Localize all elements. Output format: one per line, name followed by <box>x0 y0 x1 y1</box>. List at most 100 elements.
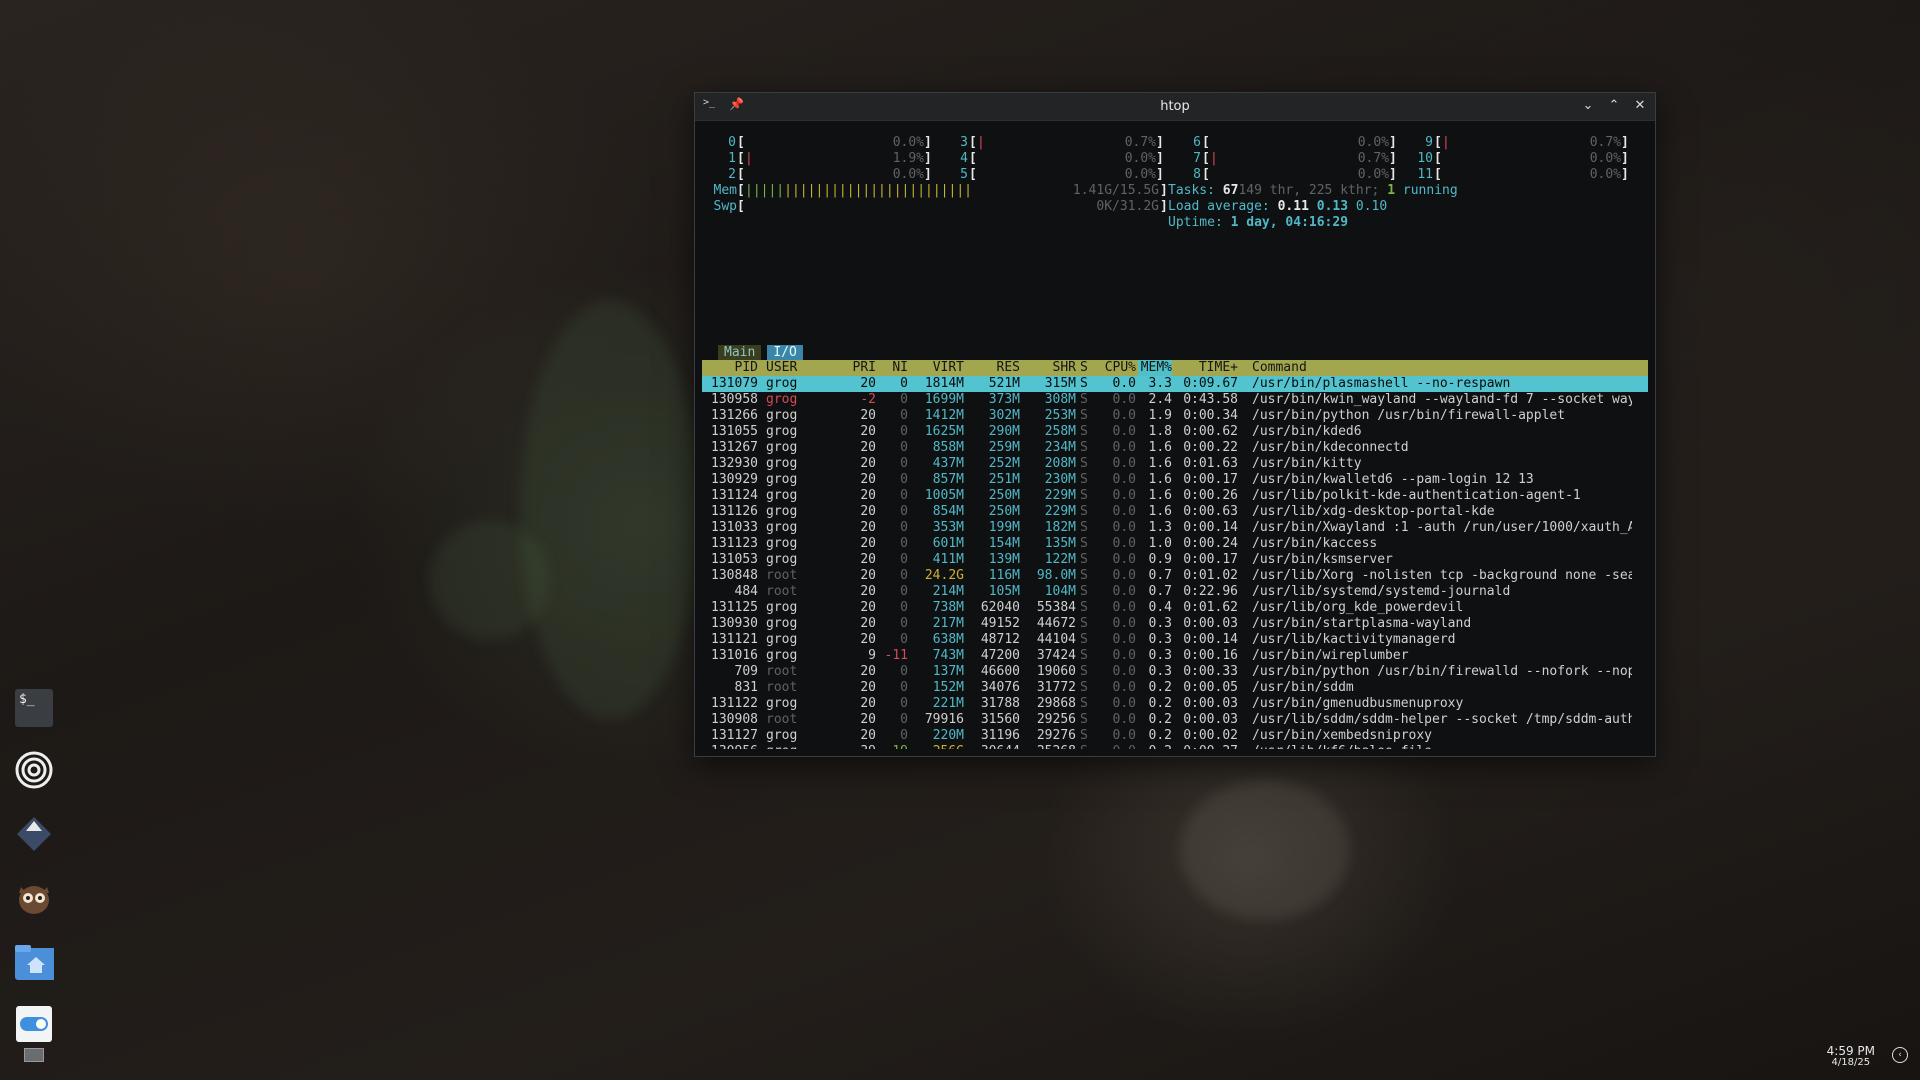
process-row[interactable]: 131122 grog 20 0 221M 31788 29868 S 0.0 0.2 0:00.0… <box>702 696 1648 712</box>
terminal-area[interactable]: 0[0.0%] 1[| 1.9%] 2[0.0%] 3[| 0.7%] 4[0.0%] 5[0… <box>702 123 1648 749</box>
tab-main[interactable]: Main <box>718 345 762 360</box>
target-launcher[interactable] <box>14 750 54 790</box>
terminal-launcher[interactable]: $_ <box>14 688 54 728</box>
process-row[interactable]: 131125 grog 20 0 738M 62040 55384 S 0.0 0.4 0:01.6… <box>702 600 1648 616</box>
cell-virt: 411M <box>932 552 964 567</box>
owl-app-launcher[interactable] <box>14 878 54 918</box>
cell-cpu: 0.0 <box>1112 680 1136 695</box>
cpu-value: 0.0% <box>1357 167 1389 182</box>
cell-cmd: /usr/bin/sddm <box>1252 680 1354 695</box>
process-row[interactable]: 130908 root 20 0 79916 31560 29256 S 0.0 0.2 0:00.… <box>702 712 1648 728</box>
column-header-shr[interactable]: SHR <box>1020 360 1076 376</box>
desktop-show-button[interactable] <box>14 1044 54 1066</box>
process-row[interactable]: 131126 grog 20 0 854M 250M 229M S 0.0 1.6 0:00.63/… <box>702 504 1648 520</box>
cell-user: grog <box>766 408 798 423</box>
owl-icon <box>19 886 49 914</box>
process-row[interactable]: 130958 grog -2 0 1699M 373M 308M S 0.0 2.4 0:43.58… <box>702 392 1648 408</box>
cell-cmd: /usr/bin/kdeconnectd <box>1252 440 1409 455</box>
meter-bracket-close: ] <box>1156 167 1164 182</box>
cpu-bar: | <box>977 135 985 150</box>
meter-bracket-close: ] <box>1389 167 1397 182</box>
column-header-user[interactable]: USER <box>766 360 826 376</box>
cell-user: grog <box>766 376 798 391</box>
cell-shr: 208M <box>1044 456 1076 471</box>
process-row[interactable]: 130929 grog 20 0 857M 251M 230M S 0.0 1.6 0:00.17/… <box>702 472 1648 488</box>
maximize-button[interactable]: ⌃ <box>1605 96 1623 114</box>
arrow-app-launcher[interactable] <box>14 814 54 854</box>
column-header-ni[interactable]: NI <box>874 360 908 376</box>
cell-mem: 0.2 <box>1148 696 1172 711</box>
toggle-app-launcher[interactable] <box>14 1004 54 1044</box>
process-row[interactable]: 131123 grog 20 0 601M 154M 135M S 0.0 1.0 0:00.24/… <box>702 536 1648 552</box>
column-header-pri[interactable]: PRI <box>822 360 876 376</box>
column-header-pid[interactable]: PID <box>702 360 758 376</box>
process-row[interactable]: 131121 grog 20 0 638M 48712 44104 S 0.0 0.3 0:00.1… <box>702 632 1648 648</box>
clock-history-icon[interactable]: ‹ <box>1892 1047 1908 1063</box>
cell-cmd: /usr/lib/kf6/baloo_file <box>1252 744 1632 749</box>
process-row[interactable]: 131053 grog 20 0 411M 139M 122M S 0.0 0.9 0:00.17/… <box>702 552 1648 568</box>
column-header-time[interactable]: TIME+ <box>1176 360 1238 376</box>
cell-pid: 131016 <box>711 648 758 663</box>
cpu-id: 3 <box>960 135 968 150</box>
cell-mem: 0.2 <box>1148 680 1172 695</box>
home-folder-launcher[interactable] <box>14 942 54 982</box>
cell-shr: 258M <box>1044 424 1076 439</box>
process-row[interactable]: 131267 grog 20 0 858M 259M 234M S 0.0 1.6 0:00.22/… <box>702 440 1648 456</box>
cell-time: 0:00.03 <box>1183 712 1238 727</box>
cell-time: 0:00.22 <box>1183 440 1238 455</box>
column-header-mem[interactable]: MEM% <box>1138 360 1172 376</box>
cell-mem: 0.2 <box>1148 728 1172 743</box>
cell-pid: 130908 <box>711 712 758 727</box>
process-row[interactable]: 484 root 20 0 214M 105M 104M S 0.0 0.7 0:22.96/usr… <box>702 584 1648 600</box>
cell-cmd: /usr/bin/gmenudbusmenuproxy <box>1252 696 1464 711</box>
cell-shr: 25268 <box>1020 744 1076 749</box>
cell-pid: 131033 <box>711 520 758 535</box>
cell-pid: 131124 <box>711 488 758 503</box>
column-header-virt[interactable]: VIRT <box>908 360 964 376</box>
cell-res: 302M <box>988 408 1020 423</box>
cell-cpu: 0.0 <box>1112 632 1136 647</box>
cell-res: 30644 <box>964 744 1020 749</box>
close-button[interactable]: ✕ <box>1631 96 1649 114</box>
process-row[interactable]: 131266 grog 20 0 1412M 302M 253M S 0.0 1.9 0:00.34… <box>702 408 1648 424</box>
cell-pri: 20 <box>860 616 876 631</box>
cell-user: grog <box>766 600 798 615</box>
cell-cmd: /usr/bin/ksmserver <box>1252 552 1393 567</box>
pin-icon[interactable]: 📌 <box>729 97 744 111</box>
process-row[interactable]: 709 root 20 0 137M 46600 19060 S 0.0 0.3 0:00.33/u… <box>702 664 1648 680</box>
meter-bracket-open: [ <box>737 151 745 166</box>
process-row[interactable]: 132930 grog 20 0 437M 252M 208M S 0.0 1.6 0:01.63/… <box>702 456 1648 472</box>
process-row[interactable]: 131079 grog 20 0 1814M 521M 315M S 0.0 3.3 0:09.67… <box>702 376 1648 392</box>
clock[interactable]: 4:59 PM 4/18/25 <box>1827 1045 1875 1069</box>
process-row[interactable]: 131033 grog 20 0 353M 199M 182M S 0.0 1.3 0:00.14/… <box>702 520 1648 536</box>
tab-io[interactable]: I/O <box>767 345 803 360</box>
load-15: 0.10 <box>1355 199 1388 214</box>
column-header-cpu[interactable]: CPU% <box>1090 360 1136 376</box>
process-row[interactable]: 831 root 20 0 152M 34076 31772 S 0.0 0.2 0:00.05/u… <box>702 680 1648 696</box>
process-row[interactable]: 131055 grog 20 0 1625M 290M 258M S 0.0 1.8 0:00.62… <box>702 424 1648 440</box>
cell-virt: 1412M <box>924 408 964 423</box>
meter-bracket-open: [ <box>737 167 745 182</box>
column-header-res[interactable]: RES <box>964 360 1020 376</box>
process-row[interactable]: 130848 root 20 0 24.2G 116M 98.0M S 0.0 0.7 0:01.0… <box>702 568 1648 584</box>
cell-shr: 31772 <box>1036 680 1076 695</box>
process-row[interactable]: 130956grog3919256G3064425268S0.00.20:00.… <box>702 744 1648 749</box>
titlebar[interactable]: >_ 📌 htop ⌄ ⌃ ✕ <box>695 93 1655 121</box>
column-header-command[interactable]: Command <box>1252 360 1632 376</box>
cell-virt: 152M <box>932 680 964 695</box>
cell-cmd: /usr/lib/xdg-desktop-portal-kde <box>1252 504 1495 519</box>
cell-pri: 20 <box>860 440 876 455</box>
minimize-button[interactable]: ⌄ <box>1579 96 1597 114</box>
cell-virt: 858M <box>932 440 964 455</box>
process-row[interactable]: 131124 grog 20 0 1005M 250M 229M S 0.0 1.6 0:00.26… <box>702 488 1648 504</box>
cell-ni: 0 <box>900 456 908 471</box>
cell-user: root <box>766 680 798 695</box>
cpu-id: 11 <box>1417 167 1433 182</box>
process-row[interactable]: 131016 grog 9 -11 743M 47200 37424 S 0.0 0.3 0:00.… <box>702 648 1648 664</box>
process-row[interactable]: 131127 grog 20 0 220M 31196 29276 S 0.0 0.2 0:00.0… <box>702 728 1648 744</box>
window-menu-icon[interactable]: >_ <box>703 97 715 111</box>
cell-user: grog <box>766 616 798 631</box>
mem-label: Mem <box>713 183 737 198</box>
process-row[interactable]: 130930 grog 20 0 217M 49152 44672 S 0.0 0.3 0:00.0… <box>702 616 1648 632</box>
cell-mem: 0.3 <box>1148 664 1172 679</box>
